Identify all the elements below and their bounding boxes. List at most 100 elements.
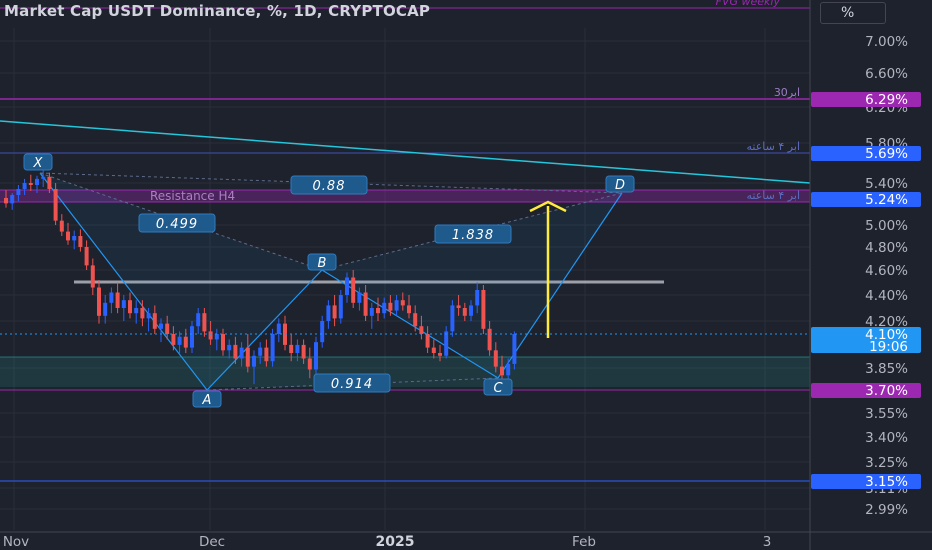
candle-body xyxy=(121,300,126,308)
candle-body xyxy=(115,292,120,308)
candle-body xyxy=(258,347,263,356)
candle-body xyxy=(506,363,511,376)
candle-body xyxy=(351,277,356,303)
candle-body xyxy=(289,344,294,354)
candle-body xyxy=(475,290,480,306)
candle-body xyxy=(159,323,163,329)
chart-title: Market Cap USDT Dominance, %, 1D, CRYPTO… xyxy=(4,2,431,20)
candle-body xyxy=(183,336,188,348)
fib-ratio-label: 1.838 xyxy=(452,228,494,243)
candle-body xyxy=(320,321,325,343)
candle-body xyxy=(270,334,275,362)
candle-body xyxy=(456,305,461,308)
candle-body xyxy=(338,295,343,319)
candle-body xyxy=(326,305,331,321)
candle-body xyxy=(221,334,225,351)
candle-body xyxy=(103,302,108,316)
candle-body xyxy=(59,220,64,232)
x-tick-label: 3 xyxy=(763,534,772,550)
pattern-point-c-label: C xyxy=(493,381,503,396)
candle-body xyxy=(97,287,101,316)
y-tick-label: 3.25% xyxy=(865,455,908,471)
price-chart[interactable]: Resistance H4 ابر30 ابر ۴ ساعته ابر ۴ ساعته… xyxy=(0,0,932,550)
candle-body xyxy=(128,300,132,314)
candle-body xyxy=(190,326,194,348)
candle-body xyxy=(202,313,207,332)
price-badge-label: 5.24% xyxy=(865,192,908,208)
level-label-fvg: FVG weekly xyxy=(716,0,781,8)
candle-body xyxy=(245,347,250,367)
candle-body xyxy=(53,189,58,221)
candle-body xyxy=(444,331,449,356)
candle-body xyxy=(252,355,256,367)
candle-body xyxy=(10,195,15,204)
y-tick-label: 6.60% xyxy=(865,66,908,82)
fib-ratio-label: 0.499 xyxy=(156,217,198,232)
candle-body xyxy=(109,292,114,303)
candle-body xyxy=(78,236,83,247)
candle xyxy=(512,331,517,370)
candle xyxy=(53,183,58,225)
x-tick-label: Dec xyxy=(199,534,225,550)
y-tick-label: 7.00% xyxy=(865,34,908,50)
candle-body xyxy=(90,265,95,288)
y-tick-label: 5.00% xyxy=(865,218,908,234)
level-label-h4-b: ابر ۴ ساعته xyxy=(747,189,800,202)
candle-body xyxy=(363,292,368,316)
candle-body xyxy=(369,308,374,316)
candle xyxy=(450,300,455,337)
resistance-zone xyxy=(0,190,810,202)
candle-body xyxy=(28,183,33,185)
pattern-point-d-label: D xyxy=(615,178,625,193)
candle-body xyxy=(152,313,157,329)
y-tick-label: 5.40% xyxy=(865,176,908,192)
candle-body xyxy=(376,308,380,314)
candle-body xyxy=(41,176,46,179)
candle-body xyxy=(357,292,362,303)
x-tick-label: Feb xyxy=(572,534,596,550)
candle-body xyxy=(307,358,312,370)
candle-body xyxy=(332,305,337,319)
y-tick-label: 3.85% xyxy=(865,361,908,377)
candle-body xyxy=(512,334,517,364)
candle-body xyxy=(438,353,442,356)
level-label-h4-a: ابر ۴ ساعته xyxy=(747,140,800,153)
candle-body xyxy=(388,302,393,311)
candle-body xyxy=(301,344,306,359)
candle-body xyxy=(419,326,424,334)
y-tick-label: 2.99% xyxy=(865,502,908,518)
candle-body xyxy=(394,300,399,311)
pattern-point-b-label: B xyxy=(318,256,327,271)
candle-body xyxy=(47,176,52,189)
candle-body xyxy=(314,342,318,370)
candle-body xyxy=(227,344,232,351)
candle-body xyxy=(425,334,430,348)
x-tick-label: 2025 xyxy=(376,534,415,550)
candle-body xyxy=(196,313,201,327)
pattern-point-x-label: X xyxy=(33,156,44,171)
price-badge-label: 3.70% xyxy=(865,383,908,399)
candle-body xyxy=(84,247,89,266)
candle-body xyxy=(16,189,21,195)
y-tick-label: 4.80% xyxy=(865,240,908,256)
candle-body xyxy=(400,300,405,306)
candle-body xyxy=(165,323,170,334)
candle-body xyxy=(407,305,411,314)
candle-body xyxy=(500,366,504,376)
candle-body xyxy=(171,334,176,345)
candle-body xyxy=(431,347,436,354)
percent-scale-button[interactable]: % xyxy=(820,2,886,24)
candle-body xyxy=(450,305,455,332)
fib-ratio-label: 0.88 xyxy=(313,179,346,194)
candle-body xyxy=(382,302,387,314)
price-badge-countdown: 19:06 xyxy=(869,339,908,355)
y-tick-label: 4.60% xyxy=(865,263,908,279)
level-label-30: ابر30 xyxy=(774,86,800,99)
candle-body xyxy=(264,347,269,362)
resistance-zone-label: Resistance H4 xyxy=(150,189,235,203)
price-badge-label: 5.69% xyxy=(865,146,908,162)
candle-body xyxy=(413,313,418,327)
candle-body xyxy=(469,305,473,316)
fib-ratio-label: 0.914 xyxy=(331,377,373,392)
candle-body xyxy=(345,277,349,295)
